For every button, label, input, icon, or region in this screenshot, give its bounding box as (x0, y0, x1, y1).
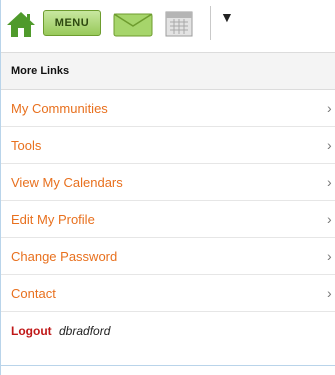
link-label: Tools (11, 138, 42, 153)
chevron-right-icon: › (327, 211, 332, 227)
username: dbradford (59, 324, 111, 338)
link-my-communities[interactable]: My Communities › (1, 90, 335, 127)
chevron-right-icon: › (327, 285, 332, 301)
chevron-right-icon: › (327, 248, 332, 264)
section-title: More Links (11, 65, 70, 77)
chevron-right-icon: › (327, 174, 332, 190)
toolbar-divider (210, 6, 211, 40)
logout-link[interactable]: Logout (11, 324, 52, 338)
link-view-my-calendars[interactable]: View My Calendars › (1, 164, 335, 201)
link-label: My Communities (11, 101, 108, 116)
mail-icon[interactable] (113, 13, 153, 37)
chevron-right-icon: › (327, 137, 332, 153)
top-toolbar: MENU ▼ (1, 0, 335, 50)
link-change-password[interactable]: Change Password › (1, 238, 335, 275)
link-contact[interactable]: Contact › (1, 275, 335, 312)
mobile-menu-panel: MENU ▼ More Links My Communities › Tools (0, 0, 335, 375)
calendar-icon[interactable] (164, 8, 194, 38)
link-label: Edit My Profile (11, 212, 95, 227)
chevron-right-icon: › (327, 100, 332, 116)
menu-button[interactable]: MENU (43, 10, 101, 36)
link-label: View My Calendars (11, 175, 123, 190)
logout-row: Logout dbradford (1, 312, 335, 348)
link-label: Change Password (11, 249, 118, 264)
dropdown-caret-icon[interactable]: ▼ (220, 9, 234, 25)
link-label: Contact (11, 286, 56, 301)
home-icon[interactable] (5, 8, 37, 40)
link-edit-my-profile[interactable]: Edit My Profile › (1, 201, 335, 238)
bottom-border (1, 365, 335, 366)
links-list: My Communities › Tools › View My Calenda… (1, 90, 335, 312)
section-header: More Links (1, 52, 335, 90)
link-tools[interactable]: Tools › (1, 127, 335, 164)
